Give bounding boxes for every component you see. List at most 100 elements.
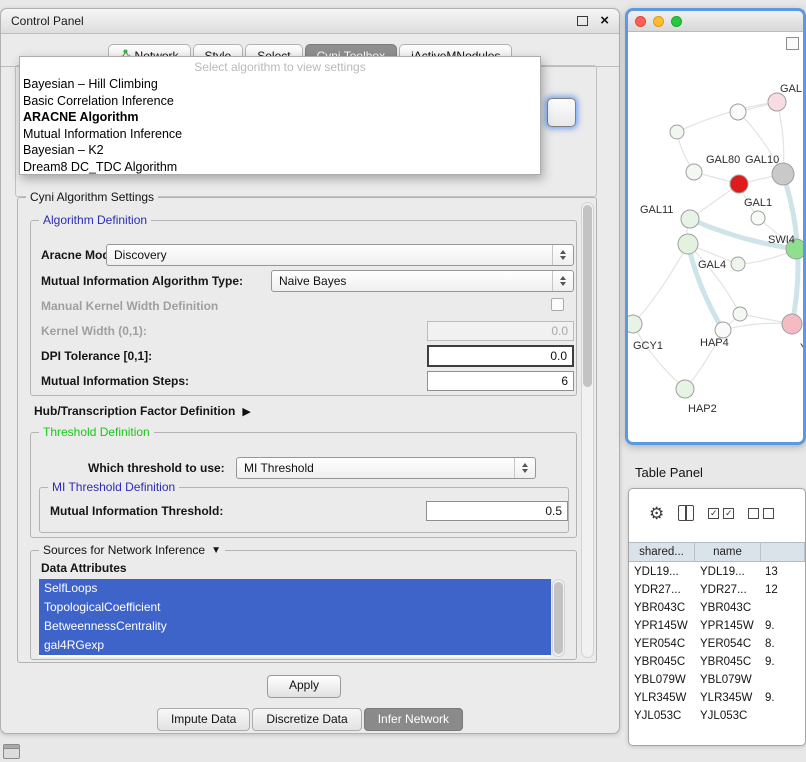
table-row[interactable]: YBL079WYBL079W (629, 671, 805, 689)
network-node[interactable] (768, 93, 786, 111)
table-header-cell[interactable]: shared... (629, 543, 695, 561)
network-edge[interactable] (633, 324, 685, 389)
network-node-label: GCY1 (633, 340, 663, 352)
bottom-tab-infer-network[interactable]: Infer Network (364, 708, 463, 731)
checked-box-icon: ✓ (708, 508, 719, 519)
network-node-label: GAL (780, 83, 802, 95)
table-row[interactable]: YDR27...YDR27...12 (629, 581, 805, 599)
table-panel-window: ⚙ ✓ ✓ shared... name YDL19...YDL19...13Y… (628, 488, 806, 746)
network-view-window: GALGAL80GAL10GAL11GAL1SWI4GAL4GCY1HAP4HA… (625, 8, 806, 445)
table-cell: 9. (761, 656, 805, 668)
hide-columns-button[interactable] (748, 508, 774, 519)
network-edge[interactable] (633, 244, 688, 324)
algorithm-option-bayesian-hill-climbing[interactable]: Bayesian – Hill Climbing (20, 76, 540, 93)
bottom-tab-discretize-data[interactable]: Discretize Data (252, 708, 361, 731)
network-node[interactable] (628, 315, 642, 333)
dpi-tolerance-field[interactable] (427, 345, 574, 367)
algorithm-option-basic-correlation-inference[interactable]: Basic Correlation Inference (20, 93, 540, 110)
data-attributes-list: SelfLoopsTopologicalCoefficientBetweenne… (39, 579, 551, 657)
network-node[interactable] (730, 104, 746, 120)
attribute-item-selfloops[interactable]: SelfLoops (39, 579, 551, 598)
network-graph: GALGAL80GAL10GAL11GAL1SWI4GAL4GCY1HAP4HA… (628, 32, 806, 443)
show-checked-columns-button[interactable]: ✓ ✓ (708, 508, 734, 519)
table-header-cell[interactable]: name (695, 543, 761, 561)
table-toolbar: ⚙ ✓ ✓ (629, 489, 805, 537)
zoom-traffic-light[interactable] (671, 16, 682, 27)
which-threshold-select[interactable]: MI Threshold (236, 457, 536, 479)
hub-definition-toggle[interactable]: Hub/Transcription Factor Definition ▶ (34, 402, 251, 420)
attributes-scrollbar-thumb[interactable] (554, 582, 563, 654)
mi-type-select[interactable]: Naive Bayes (271, 270, 574, 292)
table-cell: YBL079W (695, 674, 761, 686)
network-edge[interactable] (677, 102, 777, 132)
mi-type-label: Mutual Information Algorithm Type: (41, 274, 243, 288)
sources-group: Sources for Network Inference ▼ Data Att… (30, 550, 577, 660)
control-panel-bottom-tabs: Impute DataDiscretize DataInfer Network (1, 708, 619, 731)
table-row[interactable]: YLR345WYLR345W9. (629, 689, 805, 707)
network-node[interactable] (676, 380, 694, 398)
table-cell: 8. (761, 638, 805, 650)
network-node-label: GAL4 (698, 259, 726, 271)
settings-scrollbar[interactable] (581, 202, 594, 658)
table-row[interactable]: YJL053CYJL053C (629, 707, 805, 725)
network-node[interactable] (751, 211, 765, 225)
network-node[interactable] (782, 314, 802, 334)
algorithm-option-dream8-dc-tdc-algorithm[interactable]: Dream8 DC_TDC Algorithm (20, 159, 540, 176)
aracne-mode-select[interactable]: Discovery (106, 244, 574, 266)
mi-threshold-field[interactable] (426, 501, 568, 521)
network-node[interactable] (731, 257, 745, 271)
network-node[interactable] (730, 175, 748, 193)
table-row[interactable]: YPR145WYPR145W9. (629, 617, 805, 635)
gear-icon[interactable]: ⚙ (649, 505, 664, 522)
minimize-traffic-light[interactable] (653, 16, 664, 27)
network-node[interactable] (678, 234, 698, 254)
table-row[interactable]: YBR043CYBR043C (629, 599, 805, 617)
columns-icon[interactable] (678, 505, 694, 521)
table-cell: 9. (761, 620, 805, 632)
attributes-scrollbar[interactable] (552, 579, 565, 657)
kernel-width-field[interactable] (427, 321, 574, 341)
network-node[interactable] (670, 125, 684, 139)
table-row[interactable]: YDL19...YDL19...13 (629, 563, 805, 581)
close-icon[interactable]: × (600, 14, 609, 28)
network-canvas[interactable]: GALGAL80GAL10GAL11GAL1SWI4GAL4GCY1HAP4HA… (628, 32, 803, 443)
network-node-label: GAL80 (706, 154, 740, 166)
table-cell: YDL19... (695, 566, 761, 578)
table-cell: YDR27... (695, 584, 761, 596)
network-overview-toggle[interactable] (786, 37, 799, 50)
table-body: YDL19...YDL19...13YDR27...YDR27...12YBR0… (629, 563, 805, 745)
control-panel-titlebar[interactable]: Control Panel × (1, 9, 619, 34)
algorithm-option-aracne-algorithm[interactable]: ARACNE Algorithm (20, 109, 540, 126)
algorithm-option-bayesian-k2[interactable]: Bayesian – K2 (20, 142, 540, 159)
bottom-tab-impute-data[interactable]: Impute Data (157, 708, 250, 731)
attribute-item-topologicalcoefficient[interactable]: TopologicalCoefficient (39, 598, 551, 617)
network-edge[interactable] (688, 244, 723, 330)
minimized-window-icon[interactable] (3, 744, 20, 759)
data-attributes-label: Data Attributes (41, 561, 127, 575)
table-row[interactable]: YER054CYER054C8. (629, 635, 805, 653)
network-node[interactable] (681, 210, 699, 228)
chevron-down-icon: ▼ (211, 543, 221, 558)
network-node[interactable] (733, 307, 747, 321)
sources-group-header[interactable]: Sources for Network Inference ▼ (39, 543, 225, 558)
network-node-label: Y (800, 342, 806, 354)
table-header-cell[interactable] (761, 543, 805, 561)
network-window-titlebar[interactable] (628, 11, 803, 32)
table-cell: YJL053C (695, 710, 761, 722)
mi-steps-field[interactable] (427, 371, 574, 391)
network-node[interactable] (772, 163, 794, 185)
algorithm-option-mutual-information-inference[interactable]: Mutual Information Inference (20, 126, 540, 143)
attribute-item-gal4rgexp[interactable]: gal4RGexp (39, 636, 551, 655)
network-node[interactable] (686, 164, 702, 180)
network-node[interactable] (715, 322, 731, 338)
manual-kernel-checkbox[interactable] (551, 298, 564, 311)
attribute-item-betweennesscentrality[interactable]: BetweennessCentrality (39, 617, 551, 636)
close-traffic-light[interactable] (635, 16, 646, 27)
table-cell: YER054C (629, 638, 695, 650)
settings-scrollbar-thumb[interactable] (583, 205, 592, 387)
panel-focused-button[interactable] (547, 98, 576, 127)
float-window-icon[interactable] (577, 16, 588, 26)
table-row[interactable]: YBR045CYBR045C9. (629, 653, 805, 671)
apply-button[interactable]: Apply (267, 675, 341, 698)
table-cell: YLR345W (629, 692, 695, 704)
